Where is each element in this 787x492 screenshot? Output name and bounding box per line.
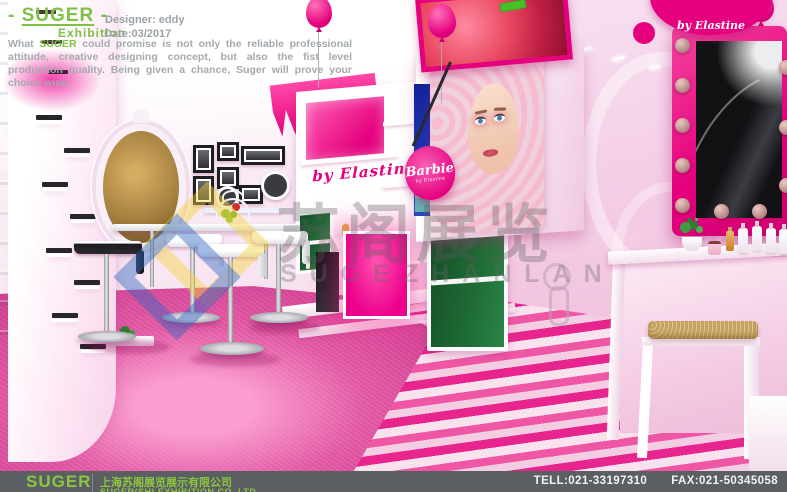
shelf-product: [52, 313, 78, 318]
black-panel: [316, 252, 339, 312]
baroque-oval-portrait: [96, 124, 186, 250]
footer-divider: [92, 474, 93, 492]
logo-dash-left: -: [8, 5, 15, 26]
company-footer-bar: SUGER 上海苏阁展览展示有限公司 SUGER(SH) EXHIBITION …: [0, 471, 787, 492]
desc-brand: SUGER: [39, 38, 76, 50]
shelf-product: [42, 182, 68, 187]
wall-decal: [549, 286, 569, 326]
shelf-product: [70, 214, 96, 219]
bar-counter: [112, 224, 298, 231]
vanity-bulb: [779, 60, 787, 75]
pump-bottle: [752, 226, 762, 251]
grapes-icon: [221, 209, 230, 218]
vanity-bulb: [675, 38, 690, 53]
pump-bottle: [738, 228, 748, 253]
booth-render: by Elastine: [0, 0, 787, 492]
poster-brow: [494, 108, 506, 111]
mirror-brand-text: by Elastine: [677, 19, 745, 32]
stool-seat: [252, 231, 308, 244]
glowing-pink-cabinet: [343, 231, 410, 319]
shelf-product: [46, 248, 72, 253]
vanity-bulb: [752, 204, 767, 219]
vanity-bulb: [675, 198, 690, 213]
stool-seat: [198, 244, 264, 257]
pump-bottle: [766, 228, 776, 253]
stool-pole: [104, 254, 109, 334]
stool-base: [250, 312, 308, 323]
pump-bottle: [779, 229, 787, 254]
vanity-bulb: [779, 120, 787, 135]
tel-label: TELL:021-33197310: [534, 475, 648, 487]
picture-frame: [217, 142, 239, 161]
vanity-bulb: [675, 118, 690, 133]
shadow: [90, 340, 170, 354]
mirror-glass: [696, 41, 782, 218]
shelf-product: [36, 115, 62, 120]
vanity-bulb: [675, 158, 690, 173]
cabinet-panel: [749, 396, 787, 476]
vanity-bulb: [675, 78, 690, 93]
stool-pole: [190, 247, 195, 315]
balloon-string: [441, 40, 442, 104]
cabinet-shelf: [431, 275, 504, 285]
stool-pole: [276, 244, 281, 314]
designer-header: - SUGER - Exhibition Designer: eddy Date…: [8, 5, 360, 27]
desc-before: What: [8, 38, 39, 50]
footer-contacts: TELL:021-33197310 FAX:021-50345058: [534, 475, 778, 487]
pink-panel: [306, 96, 385, 162]
vanity-bulb: [714, 204, 729, 219]
pink-sign-circle: [633, 22, 655, 44]
stool-seat: [74, 241, 142, 254]
stool-base: [78, 331, 136, 342]
round-picture-frame: [261, 171, 290, 200]
succulent-plant: [680, 222, 691, 233]
picture-frame: [241, 146, 285, 165]
stool-base: [162, 312, 220, 323]
footer-suger-logo: SUGER: [26, 472, 91, 492]
stool-pole: [228, 257, 233, 345]
perfume-bottle: [726, 231, 734, 251]
shadow: [250, 322, 320, 334]
shelf-product: [74, 280, 100, 285]
logo-text: SUGER: [22, 5, 95, 26]
bar-leg: [150, 231, 154, 287]
model-poster: [430, 52, 544, 238]
picture-frame: [193, 145, 214, 173]
stool-base: [200, 342, 264, 355]
cosmetic-jar: [708, 241, 721, 255]
company-name-en: SUGER(SH) EXHIBITION CO.,LTD: [100, 487, 256, 492]
vanity-bulb: [779, 178, 787, 193]
mirror-reflection: [696, 47, 782, 218]
company-description: What SUGER could promise is not only the…: [8, 38, 352, 91]
picture-frame: [193, 176, 214, 205]
display-shelf-unit: by Elastine: [296, 80, 432, 220]
shelf-product: [64, 148, 90, 153]
designer-label: Designer: eddy: [105, 14, 184, 26]
strawberry-icon: [232, 203, 240, 211]
fax-label: FAX:021-50345058: [671, 475, 778, 487]
stool-cushion: [648, 321, 758, 339]
balloon: [428, 4, 456, 38]
